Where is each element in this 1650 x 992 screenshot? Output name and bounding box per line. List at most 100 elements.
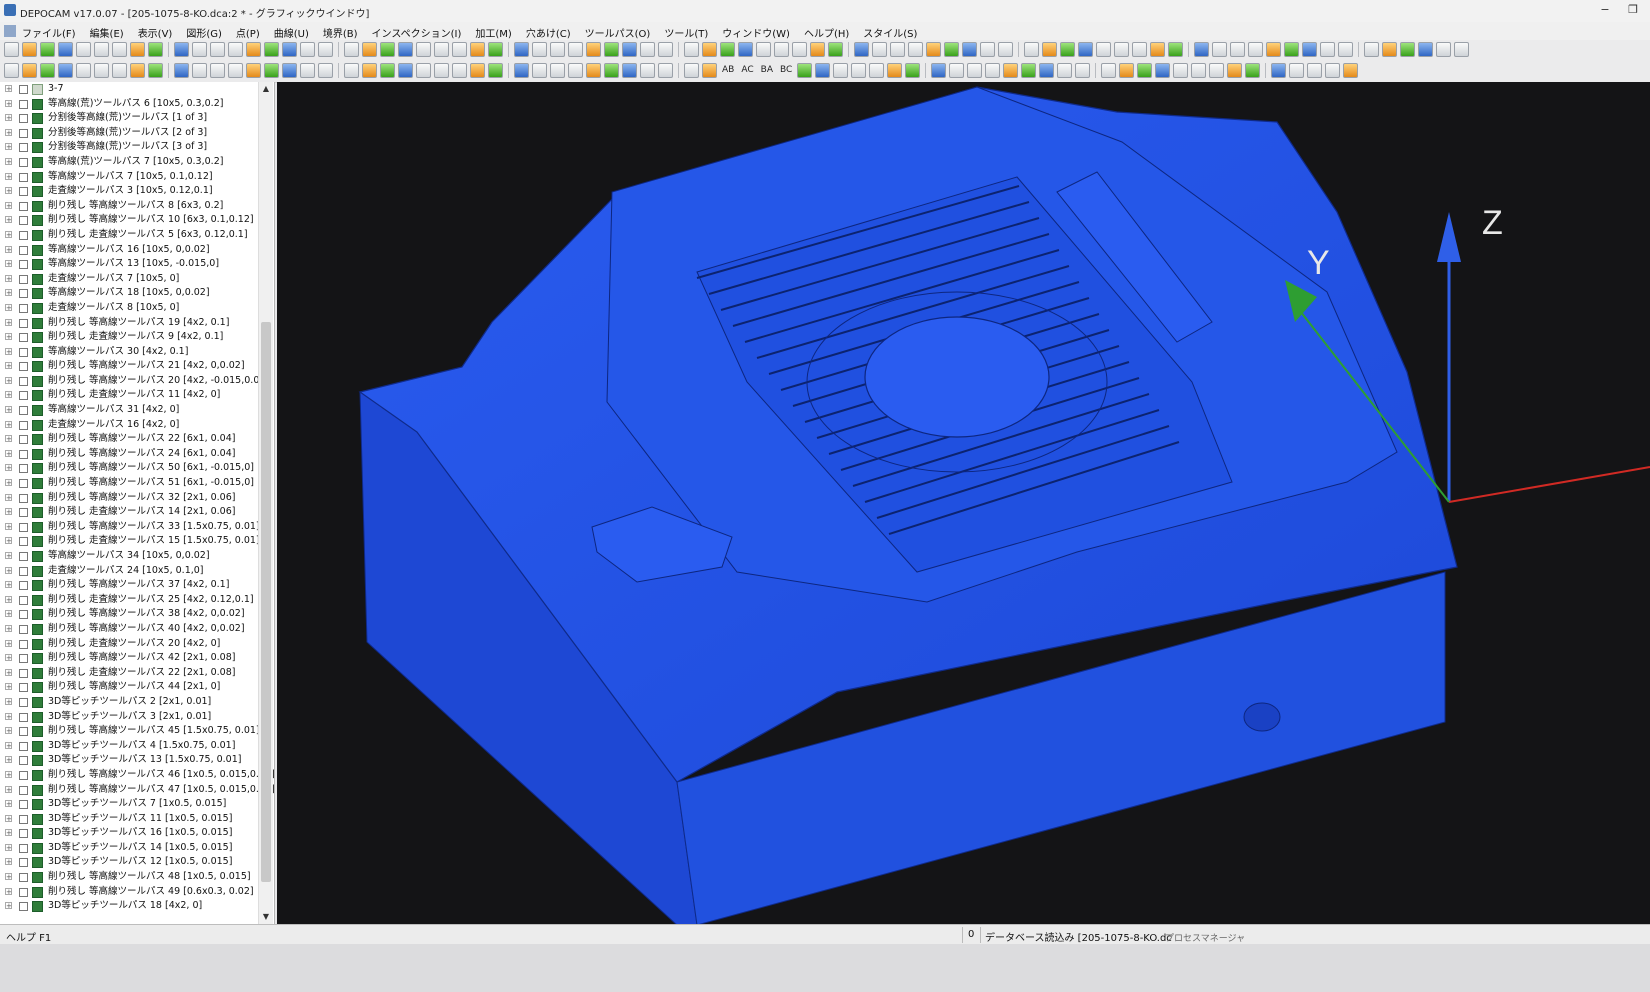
toolbar-tool-icon[interactable]	[76, 63, 91, 78]
tree-item[interactable]: + 削り残し 等高線ツールパス 48 [1x0.5, 0.015]	[0, 870, 274, 885]
expand-icon[interactable]: +	[5, 333, 12, 341]
tree-item[interactable]: + 削り残し 等高線ツールパス 50 [6x1, -0.015,0]	[0, 461, 274, 476]
visibility-checkbox[interactable]	[19, 858, 28, 868]
tree-item[interactable]: +3D等ピッチツールパス 13 [1.5x0.75, 0.01]	[0, 753, 274, 768]
expand-icon[interactable]: +	[5, 887, 12, 895]
expand-icon[interactable]: +	[5, 610, 12, 618]
toolbar-tool-icon[interactable]	[1338, 42, 1353, 57]
visibility-checkbox[interactable]	[19, 566, 28, 576]
toolbar-tool-icon[interactable]	[568, 63, 583, 78]
expand-icon[interactable]: +	[5, 479, 12, 487]
scroll-down-icon[interactable]: ▼	[259, 910, 273, 924]
expand-icon[interactable]: +	[5, 99, 12, 107]
expand-icon[interactable]: +	[5, 420, 12, 428]
toolbar-tool-icon[interactable]	[1039, 63, 1055, 78]
visibility-checkbox[interactable]	[19, 639, 28, 649]
tree-item[interactable]: + 削り残し 等高線ツールパス 44 [2x1, 0]	[0, 680, 274, 695]
tree-item-top[interactable]: + 3-7	[0, 82, 274, 97]
expand-icon[interactable]: +	[5, 230, 12, 238]
visibility-checkbox[interactable]	[19, 406, 28, 416]
toolbar-tool-icon[interactable]	[702, 63, 717, 78]
visibility-checkbox[interactable]	[19, 873, 28, 883]
tree-item[interactable]: + 走査線ツールパス 16 [4x2, 0]	[0, 418, 274, 433]
expand-icon[interactable]: +	[5, 668, 12, 676]
toolbar-tool-icon[interactable]	[94, 42, 109, 57]
toolbar-tool-icon[interactable]	[1155, 63, 1171, 78]
expand-icon[interactable]: +	[5, 902, 12, 910]
toolbar-tool-icon[interactable]	[112, 63, 127, 78]
toolbar-tool-icon[interactable]	[568, 42, 583, 57]
toolbar-tool-icon[interactable]	[1418, 42, 1433, 57]
visibility-checkbox[interactable]	[19, 274, 28, 284]
expand-icon[interactable]: +	[5, 362, 12, 370]
toolbar-tool-icon[interactable]	[174, 63, 189, 78]
toolbar-tool-icon[interactable]	[228, 42, 243, 57]
toolbar-tool-icon[interactable]	[192, 42, 207, 57]
tree-item[interactable]: + 削り残し 走査線ツールパス 25 [4x2, 0.12,0.1]	[0, 593, 274, 608]
tree-item[interactable]: + 等高線ツールパス 7 [10x5, 0.1,0.12]	[0, 170, 274, 185]
visibility-checkbox[interactable]	[19, 697, 28, 707]
toolbar-tool-icon[interactable]	[4, 42, 19, 57]
tree-item[interactable]: + 削り残し 等高線ツールパス 19 [4x2, 0.1]	[0, 316, 274, 331]
tree-item[interactable]: + 削り残し 等高線ツールパス 32 [2x1, 0.06]	[0, 491, 274, 506]
expand-icon[interactable]: +	[5, 522, 12, 530]
tree-item[interactable]: +3D等ピッチツールパス 4 [1.5x0.75, 0.01]	[0, 739, 274, 754]
tree-item[interactable]: + 削り残し 走査線ツールパス 20 [4x2, 0]	[0, 637, 274, 652]
toolbar-tool-icon[interactable]	[398, 42, 413, 57]
tree-item[interactable]: + 削り残し 等高線ツールパス 22 [6x1, 0.04]	[0, 432, 274, 447]
tree-item[interactable]: + 削り残し 等高線ツールパス 20 [4x2, -0.015,0.02]	[0, 374, 274, 389]
visibility-checkbox[interactable]	[19, 683, 28, 693]
visibility-checkbox[interactable]	[19, 376, 28, 386]
toolbar-tool-icon[interactable]	[908, 42, 923, 57]
tree-item[interactable]: +3D等ピッチツールパス 2 [2x1, 0.01]	[0, 695, 274, 710]
toolbar-tool-icon[interactable]	[264, 63, 279, 78]
toolbar-tool-icon[interactable]	[1021, 63, 1037, 78]
tree-item[interactable]: + 等高線ツールパス 13 [10x5, -0.015,0]	[0, 257, 274, 272]
toolbar-tool-icon[interactable]	[130, 42, 145, 57]
menu-item-8[interactable]: 加工(M)	[475, 25, 511, 40]
toolbar-tool-icon[interactable]	[246, 42, 261, 57]
expand-icon[interactable]: +	[5, 157, 12, 165]
toolbar-tool-icon[interactable]	[40, 42, 55, 57]
toolbar-tool-icon[interactable]	[1137, 63, 1153, 78]
visibility-checkbox[interactable]	[19, 216, 28, 226]
toolbar-tool-icon[interactable]	[1320, 42, 1335, 57]
expand-icon[interactable]: +	[5, 201, 12, 209]
tree-item[interactable]: + 削り残し 等高線ツールパス 42 [2x1, 0.08]	[0, 651, 274, 666]
toolbar-tool-icon[interactable]	[1271, 63, 1287, 78]
menu-item-11[interactable]: ツール(T)	[664, 25, 708, 40]
toolbar-tool-icon[interactable]	[949, 63, 965, 78]
toolbar-tool-icon[interactable]	[318, 42, 333, 57]
toolbar-tool-icon[interactable]	[22, 63, 37, 78]
toolbar-tool-icon[interactable]	[470, 63, 485, 78]
tree-item[interactable]: + 削り残し 走査線ツールパス 15 [1.5x0.75, 0.01]	[0, 534, 274, 549]
menu-item-13[interactable]: ヘルプ(H)	[804, 25, 849, 40]
toolbar-tool-icon[interactable]	[344, 42, 359, 57]
visibility-checkbox[interactable]	[19, 464, 28, 474]
tree-item[interactable]: + 削り残し 走査線ツールパス 5 [6x3, 0.12,0.1]	[0, 228, 274, 243]
tree-item[interactable]: + 分割後等高線(荒)ツールパス [1 of 3]	[0, 111, 274, 126]
toolbar-tool-icon[interactable]	[828, 42, 843, 57]
visibility-checkbox[interactable]	[19, 770, 28, 780]
toolbar-tool-icon[interactable]	[1289, 63, 1305, 78]
visibility-checkbox[interactable]	[19, 668, 28, 678]
toolbar-tool-icon[interactable]	[130, 63, 145, 78]
toolbar-tool-icon[interactable]	[148, 42, 163, 57]
tree-item[interactable]: + 等高線ツールパス 30 [4x2, 0.1]	[0, 345, 274, 360]
toolbar-tool-icon[interactable]	[702, 42, 717, 57]
visibility-checkbox[interactable]	[19, 756, 28, 766]
toolbar-tool-icon[interactable]	[980, 42, 995, 57]
visibility-checkbox[interactable]	[19, 800, 28, 810]
expand-icon[interactable]: +	[5, 741, 12, 749]
expand-icon[interactable]: +	[5, 785, 12, 793]
visibility-checkbox[interactable]	[19, 522, 28, 532]
toolbar-tool-icon[interactable]	[1101, 63, 1117, 78]
toolbar-tool-icon[interactable]	[1096, 42, 1111, 57]
toolbar-tool-icon[interactable]	[210, 42, 225, 57]
expand-icon[interactable]: +	[5, 245, 12, 253]
toolbar-tool-icon[interactable]	[1284, 42, 1299, 57]
visibility-checkbox[interactable]	[19, 887, 28, 897]
tree-item[interactable]: + 削り残し 走査線ツールパス 22 [2x1, 0.08]	[0, 666, 274, 681]
visibility-checkbox[interactable]	[19, 318, 28, 328]
toolbar-tool-icon[interactable]	[452, 63, 467, 78]
